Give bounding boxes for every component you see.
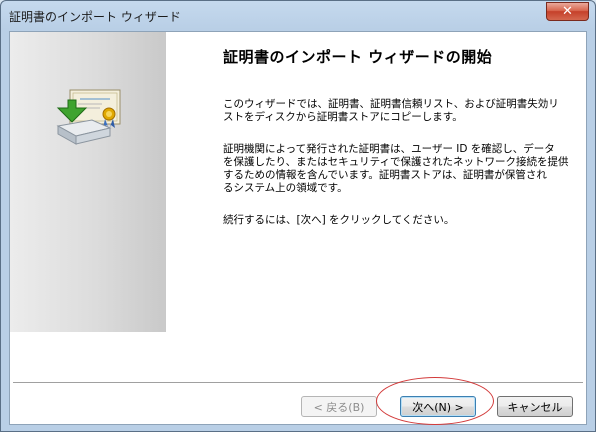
button-divider <box>13 382 583 384</box>
info-line: 証明機関によって発行された証明書は、ユーザー ID を確認し、データ <box>223 143 555 155</box>
intro-line: このウィザードでは、証明書、証明書信頼リスト、および証明書失効リ <box>223 98 559 110</box>
continue-instruction: 続行するには、[次へ] をクリックしてください。 <box>223 214 455 226</box>
page-title: 証明書のインポート ウィザードの開始 <box>223 48 493 66</box>
info-paragraph: 証明機関によって発行された証明書は、ユーザー ID を確認し、データ を保護した… <box>223 143 575 195</box>
close-icon: ✕ <box>562 4 573 19</box>
intro-paragraph: このウィザードでは、証明書、証明書信頼リスト、および証明書失効リ ストをディスク… <box>223 98 575 124</box>
close-button[interactable]: ✕ <box>546 2 589 21</box>
cancel-button[interactable]: キャンセル <box>497 396 573 417</box>
info-line: するための情報を含んでいます。証明書ストアは、証明書が保管され <box>223 169 547 181</box>
certificate-import-icon <box>56 89 121 145</box>
window-title: 証明書のインポート ウィザード <box>9 10 181 24</box>
wizard-content: 証明書のインポート ウィザードの開始 このウィザードでは、証明書、証明書信頼リス… <box>9 31 587 425</box>
side-banner <box>10 32 166 332</box>
info-line: を保護したり、またはセキュリティで保護されたネットワーク接続を提供 <box>223 156 569 168</box>
next-button-highlight <box>376 377 494 425</box>
back-button[interactable]: < 戻る(B) <box>301 396 377 417</box>
intro-line: ストをディスクから証明書ストアにコピーします。 <box>223 111 463 123</box>
title-bar[interactable]: 証明書のインポート ウィザード ✕ <box>1 1 595 31</box>
wizard-window: 証明書のインポート ウィザード ✕ 証明書のインポート ウィザードの開始 このウ… <box>0 0 596 432</box>
info-line: るシステム上の領域です。 <box>223 182 348 194</box>
